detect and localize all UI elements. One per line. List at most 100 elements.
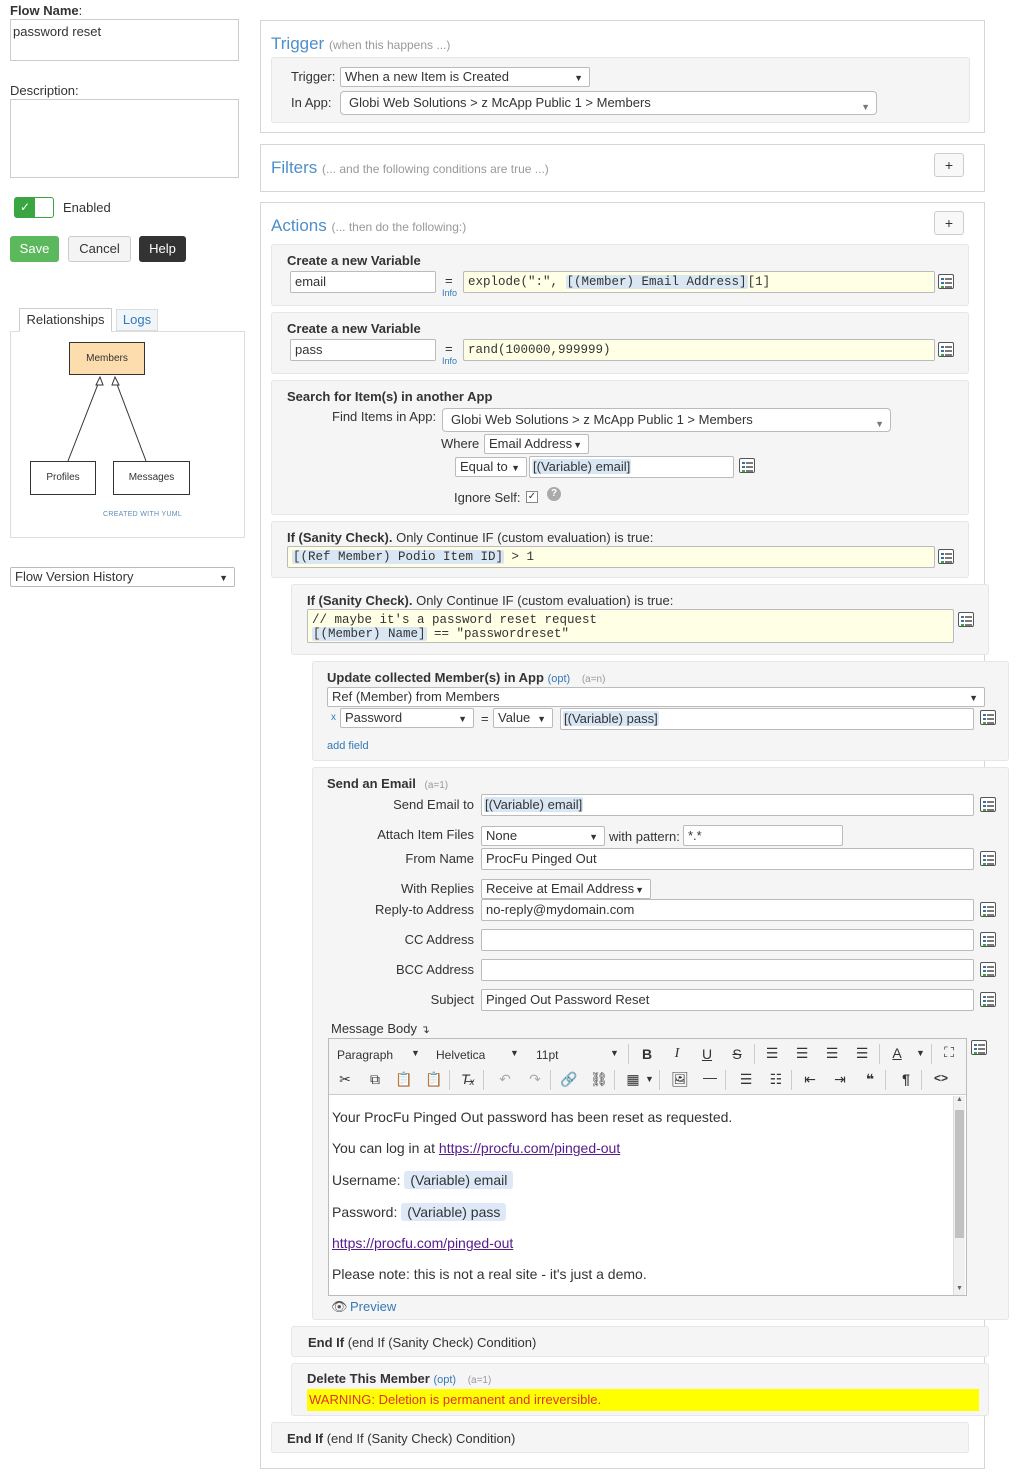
help-button[interactable]: Help	[139, 236, 186, 262]
cancel-button[interactable]: Cancel	[68, 236, 131, 262]
variable-name-input[interactable]: pass	[290, 339, 436, 361]
text-color-icon[interactable]: A	[886, 1045, 908, 1061]
field-select[interactable]: Password ▼	[340, 708, 474, 728]
condition-expression-input[interactable]: // maybe it's a password reset request […	[307, 609, 954, 643]
variable-picker-icon[interactable]	[739, 458, 755, 473]
bullet-list-icon[interactable]: ☰	[735, 1071, 757, 1088]
preview-link[interactable]: Preview	[350, 1299, 396, 1314]
step-title: If (Sanity Check). Only Continue IF (cus…	[307, 593, 674, 608]
align-left-icon[interactable]: ☰	[761, 1045, 783, 1062]
flow-name-input[interactable]: password reset	[10, 19, 239, 61]
variable-expression-input[interactable]: explode(":", [(Member) Email Address][1]	[463, 271, 935, 293]
outdent-icon[interactable]: ⇤	[799, 1071, 821, 1088]
unlink-icon[interactable]: ⛓	[588, 1071, 610, 1088]
show-blocks-icon[interactable]: ¶	[895, 1071, 917, 1087]
variable-picker-icon[interactable]	[980, 932, 996, 947]
match-value-input[interactable]: [(Variable) email]	[529, 456, 734, 478]
link-icon[interactable]: 🔗	[558, 1071, 580, 1088]
format-dropdown[interactable]: Paragraph	[337, 1048, 393, 1062]
underline-icon[interactable]: U	[696, 1046, 718, 1062]
condition-expression-input[interactable]: [(Ref Member) Podio Item ID] > 1	[287, 546, 935, 568]
undo-icon[interactable]: ↶	[494, 1071, 516, 1088]
help-icon[interactable]: ?	[547, 487, 561, 501]
paste-text-icon[interactable]: 📋	[423, 1071, 445, 1088]
numbered-list-icon[interactable]: ☷	[765, 1071, 787, 1088]
variable-picker-icon[interactable]	[938, 342, 954, 357]
variable-picker-icon[interactable]	[938, 274, 954, 289]
align-center-icon[interactable]: ☰	[791, 1045, 813, 1062]
add-field-link[interactable]: add field	[327, 740, 369, 752]
variable-name-input[interactable]: email	[290, 271, 436, 293]
scroll-up-icon[interactable]: ▲	[956, 1096, 963, 1103]
tab-logs[interactable]: Logs	[116, 309, 158, 331]
from-name-input[interactable]: ProcFu Pinged Out	[481, 848, 974, 870]
horizontal-rule-icon[interactable]: —	[699, 1069, 721, 1085]
editor-content[interactable]: Your ProcFu Pinged Out password has been…	[332, 1109, 952, 1282]
add-filter-button[interactable]: +	[934, 153, 964, 177]
variable-picker-icon[interactable]	[980, 797, 996, 812]
body-link[interactable]: https://procfu.com/pinged-out	[439, 1140, 620, 1156]
font-dropdown[interactable]: Helvetica	[436, 1048, 485, 1062]
where-field-select[interactable]: Email Address ▼	[484, 434, 589, 454]
bcc-input[interactable]	[481, 959, 974, 981]
search-items-step: Search for Item(s) in another App Find I…	[271, 380, 969, 515]
value-type-select[interactable]: Value ▼	[493, 708, 553, 728]
variable-picker-icon[interactable]	[971, 1040, 987, 1055]
variable-picker-icon[interactable]	[980, 851, 996, 866]
pattern-input[interactable]: *.*	[683, 825, 843, 846]
description-input[interactable]	[10, 99, 239, 178]
cut-icon[interactable]: ✂	[334, 1071, 356, 1088]
blockquote-icon[interactable]: ❝	[859, 1071, 881, 1088]
chevron-down-icon: ▼	[537, 714, 546, 724]
cc-input[interactable]	[481, 929, 974, 951]
source-code-icon[interactable]: <>	[930, 1071, 952, 1085]
reply-to-input[interactable]: no-reply@mydomain.com	[481, 899, 974, 921]
trigger-select[interactable]: When a new Item is Created ▼	[340, 67, 590, 87]
size-dropdown[interactable]: 11pt	[536, 1048, 558, 1062]
variable-picker-icon[interactable]	[980, 710, 996, 725]
variable-picker-icon[interactable]	[980, 962, 996, 977]
editor-scrollbar[interactable]: ▲ ▼	[953, 1096, 965, 1295]
flow-name-label: Flow Name:	[10, 3, 83, 18]
tab-relationships[interactable]: Relationships	[19, 308, 112, 332]
field-value-input[interactable]: [(Variable) pass]	[560, 708, 974, 730]
attach-files-select[interactable]: None ▼	[481, 826, 605, 846]
info-link[interactable]: Info	[442, 356, 457, 366]
subject-input[interactable]: Pinged Out Password Reset	[481, 989, 974, 1011]
variable-picker-icon[interactable]	[980, 902, 996, 917]
ignore-self-checkbox[interactable]: ✓	[526, 491, 538, 503]
bold-icon[interactable]: B	[636, 1046, 658, 1062]
align-justify-icon[interactable]: ☰	[851, 1045, 873, 1062]
variable-picker-icon[interactable]	[938, 549, 954, 564]
indent-icon[interactable]: ⇥	[829, 1071, 851, 1088]
scroll-down-icon[interactable]: ▼	[956, 1285, 963, 1292]
info-link[interactable]: Info	[442, 288, 457, 298]
enabled-toggle[interactable]: ✓	[14, 197, 54, 218]
reference-select[interactable]: Ref (Member) from Members ▼	[327, 687, 985, 707]
variable-picker-icon[interactable]	[958, 612, 974, 627]
redo-icon[interactable]: ↷	[524, 1071, 546, 1088]
add-action-button[interactable]: +	[934, 211, 964, 235]
body-link[interactable]: https://procfu.com/pinged-out	[332, 1235, 952, 1266]
with-replies-select[interactable]: Receive at Email Address ▼	[481, 879, 651, 899]
scrollbar-thumb[interactable]	[955, 1110, 964, 1238]
variable-expression-input[interactable]: rand(100000,999999)	[463, 339, 935, 361]
in-app-select[interactable]: Globi Web Solutions > z McApp Public 1 >…	[340, 91, 877, 115]
flow-version-history-select[interactable]: Flow Version History ▼	[10, 567, 235, 587]
remove-field-button[interactable]: x	[331, 712, 336, 723]
image-icon[interactable]: 🖼	[669, 1071, 691, 1088]
italic-icon[interactable]: I	[666, 1046, 688, 1062]
table-icon[interactable]: ▦	[622, 1071, 644, 1088]
copy-icon[interactable]: ⧉	[364, 1071, 386, 1088]
find-items-select[interactable]: Globi Web Solutions > z McApp Public 1 >…	[442, 408, 891, 432]
strikethrough-icon[interactable]: S	[726, 1046, 748, 1062]
send-to-input[interactable]: [(Variable) email]	[481, 794, 974, 816]
operator-value: Equal to	[460, 459, 508, 474]
align-right-icon[interactable]: ☰	[821, 1045, 843, 1062]
operator-select[interactable]: Equal to ▼	[455, 457, 527, 477]
fullscreen-icon[interactable]: ⛶	[938, 1044, 960, 1061]
save-button[interactable]: Save	[10, 236, 59, 262]
paste-icon[interactable]: 📋	[393, 1071, 415, 1088]
clear-formatting-icon[interactable]: T̶ₓ	[457, 1071, 479, 1087]
variable-picker-icon[interactable]	[980, 992, 996, 1007]
